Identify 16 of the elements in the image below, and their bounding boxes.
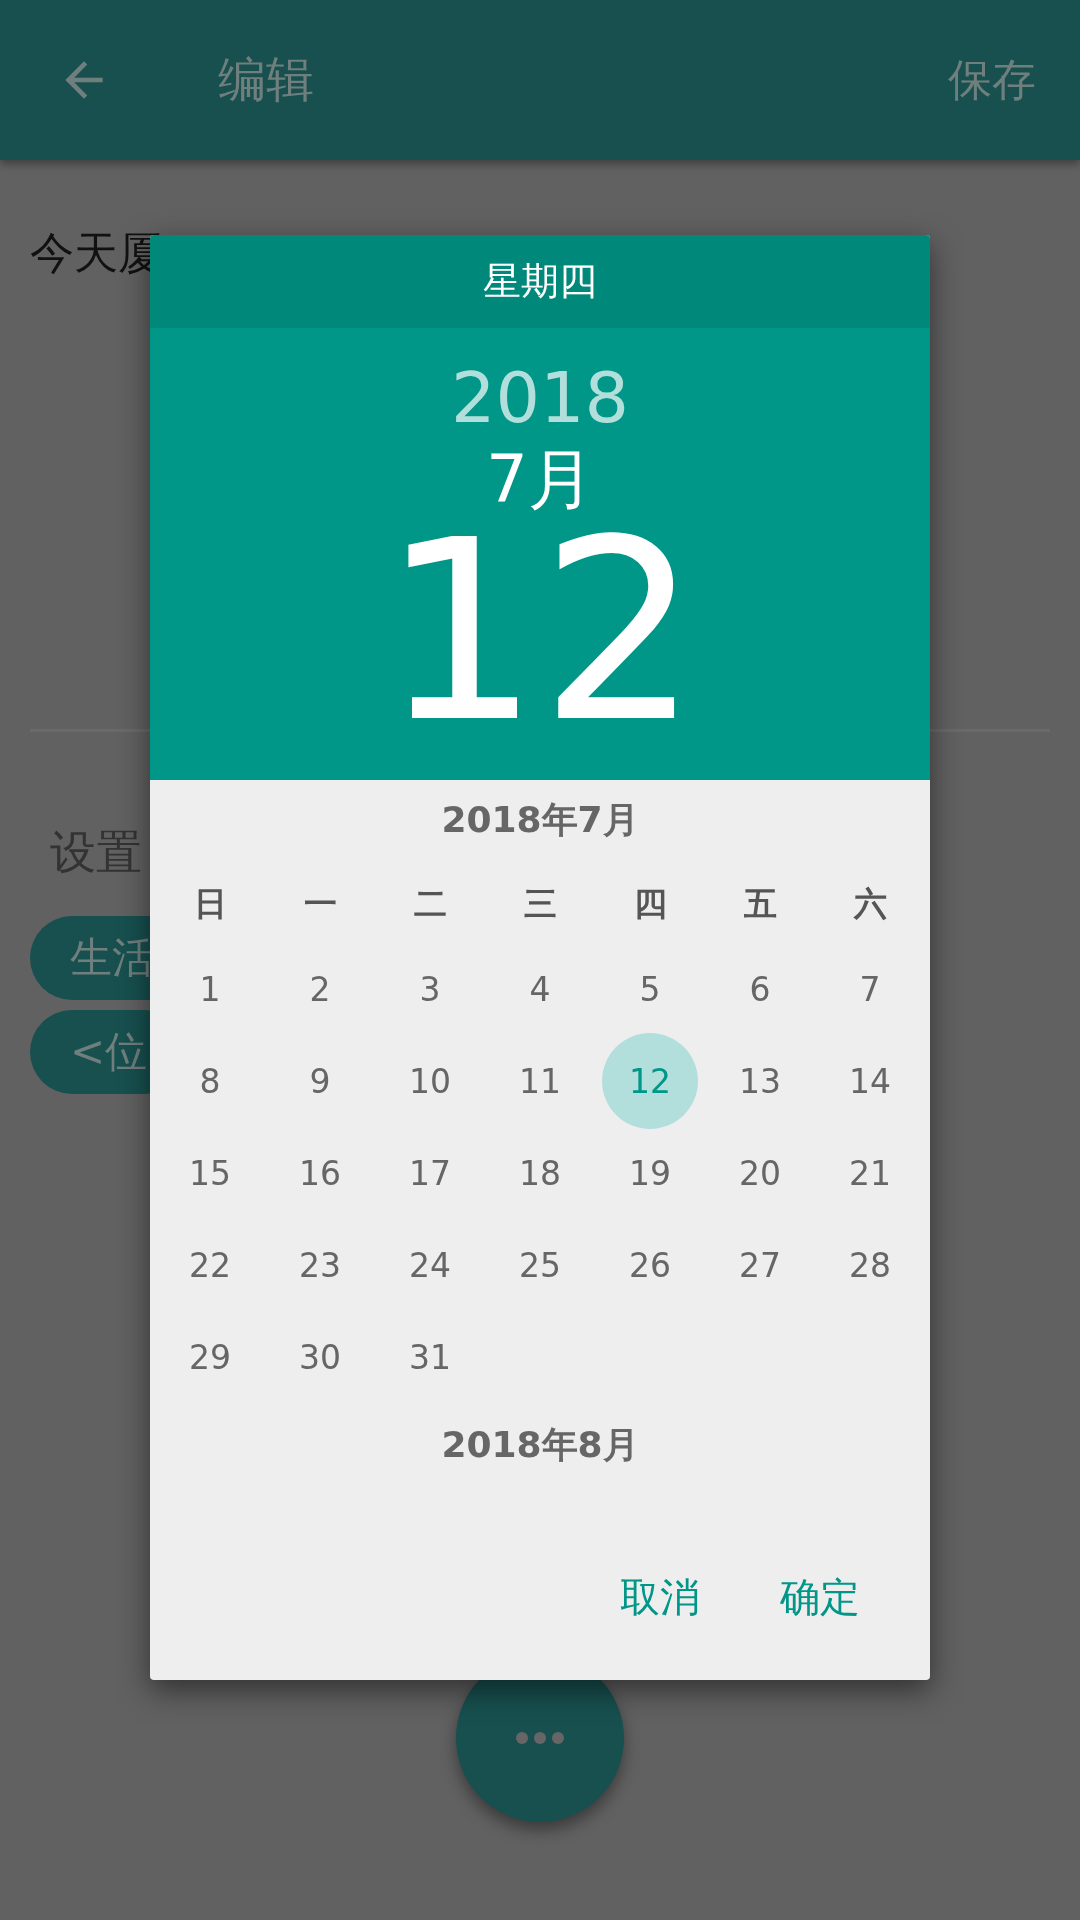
weekday-label: 一 [302, 882, 338, 925]
weekday-label: 二 [412, 882, 448, 925]
more-icon [515, 1731, 565, 1745]
day-button[interactable]: 12 [602, 1033, 698, 1129]
weekday-label: 三 [522, 882, 558, 925]
month-title: 2018年8月 [441, 1423, 639, 1467]
screen-title: 编辑 [218, 50, 314, 109]
weekday-label: 四 [632, 882, 668, 925]
dialog-button[interactable]: 确定 [760, 1560, 880, 1635]
dialog-button[interactable]: 取消 [600, 1560, 720, 1635]
weekday-text: 星期四 [483, 258, 597, 305]
month-title: 2018年7月 [441, 798, 639, 842]
weekday-label: 五 [742, 882, 778, 925]
weekday-label: 六 [852, 882, 888, 925]
weekday-label: 日 [192, 882, 228, 925]
year-text[interactable]: 2018 [450, 356, 630, 440]
